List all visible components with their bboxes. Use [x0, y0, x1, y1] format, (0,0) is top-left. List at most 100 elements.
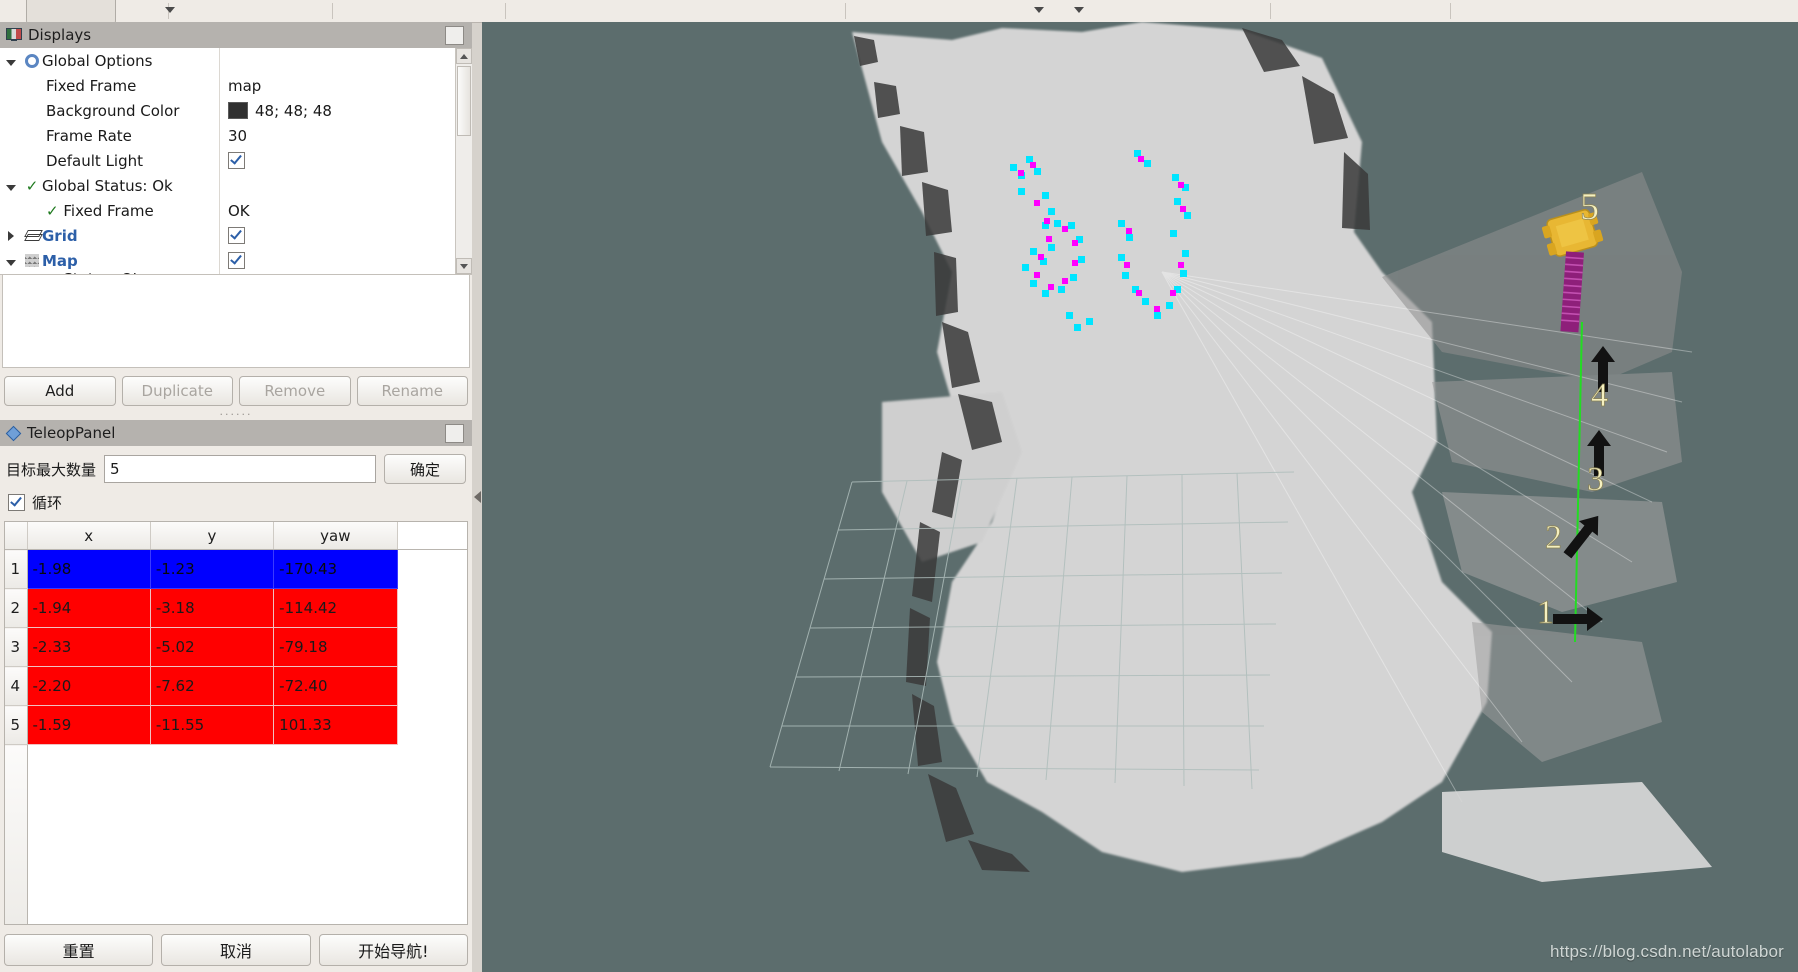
cell-y[interactable]: -11.55 [150, 706, 273, 745]
grid-enabled-checkbox[interactable] [228, 227, 245, 244]
toolbar-separator [845, 3, 846, 19]
scroll-up-arrow[interactable] [456, 48, 472, 64]
remove-button[interactable]: Remove [239, 376, 351, 406]
toolbar-separator [332, 3, 333, 19]
cell-x[interactable]: -2.33 [27, 628, 150, 667]
cell-yaw[interactable]: 101.33 [274, 706, 397, 745]
dock-collapse-handle[interactable] [472, 480, 482, 514]
twisty-down-icon[interactable] [0, 177, 22, 195]
cell-x[interactable]: -1.98 [27, 550, 150, 589]
svg-text:2: 2 [1545, 519, 1562, 556]
cell-yaw[interactable]: -170.43 [274, 550, 397, 589]
svg-text:3: 3 [1587, 461, 1604, 498]
scrollbar-thumb[interactable] [457, 66, 471, 136]
property-detail-pane [2, 275, 470, 368]
table-row[interactable]: 1 -1.98 -1.23 -170.43 [5, 550, 467, 589]
table-corner[interactable] [5, 522, 27, 550]
top-toolbar [0, 0, 1798, 23]
tree-label-text: Status: Ok [63, 273, 141, 274]
toolbar-button[interactable] [26, 0, 116, 24]
twisty-right-icon[interactable] [0, 227, 22, 245]
tree-row-global-status[interactable]: ✓ Global Status: Ok [0, 173, 456, 198]
chevron-down-icon[interactable] [1034, 7, 1044, 13]
tree-value [219, 173, 456, 198]
tree-label: Global Status: Ok [42, 177, 219, 195]
map-enabled-checkbox[interactable] [228, 252, 245, 269]
cell-y[interactable]: -1.23 [150, 550, 273, 589]
start-navigation-button[interactable]: 开始导航! [319, 934, 468, 966]
column-header-yaw[interactable]: yaw [274, 522, 397, 550]
tree-value[interactable]: 30 [219, 123, 456, 148]
column-header-x[interactable]: x [27, 522, 150, 550]
cell-x[interactable]: -1.94 [27, 589, 150, 628]
cell-x[interactable]: -2.20 [27, 667, 150, 706]
tree-row-status-fixed-frame[interactable]: ✓ Fixed Frame OK [0, 198, 456, 223]
tree-label: Frame Rate [0, 127, 219, 145]
default-light-checkbox[interactable] [228, 152, 245, 169]
displays-tree[interactable]: Global Options Fixed Frame map Backgroun… [0, 48, 456, 274]
cancel-button[interactable]: 取消 [161, 934, 310, 966]
table-row[interactable]: 3 -2.33 -5.02 -79.18 [5, 628, 467, 667]
displays-button-row: Add Duplicate Remove Rename [0, 368, 472, 412]
displays-icon [6, 28, 22, 42]
displays-panel-title: Displays [28, 26, 91, 44]
add-button[interactable]: Add [4, 376, 116, 406]
twisty-down-icon[interactable] [0, 252, 22, 270]
tree-label: Background Color [0, 102, 219, 120]
max-count-input[interactable]: 5 [104, 455, 376, 483]
render-view-3d[interactable]: 1 2 3 4 [482, 22, 1798, 972]
waypoint-table-container[interactable]: x y yaw 1 -1.98 -1.23 -170.43 [4, 521, 468, 925]
row-header[interactable]: 3 [5, 628, 27, 667]
scroll-down-arrow[interactable] [456, 258, 472, 274]
color-value: 48; 48; 48 [255, 102, 332, 120]
tree-row-default-light[interactable]: Default Light [0, 148, 456, 173]
tree-row-map[interactable]: Map [0, 248, 456, 273]
panel-splitter[interactable]: ······ [0, 412, 472, 420]
rename-button[interactable]: Rename [357, 376, 469, 406]
table-row[interactable]: 4 -2.20 -7.62 -72.40 [5, 667, 467, 706]
cell-x[interactable]: -1.59 [27, 706, 150, 745]
float-button[interactable] [445, 424, 464, 443]
row-header[interactable]: 5 [5, 706, 27, 745]
row-header[interactable]: 4 [5, 667, 27, 706]
cell-yaw[interactable]: -72.40 [274, 667, 397, 706]
tree-row-frame-rate[interactable]: Frame Rate 30 [0, 123, 456, 148]
column-header-y[interactable]: y [150, 522, 273, 550]
cell-y[interactable]: -7.62 [150, 667, 273, 706]
table-row[interactable]: 5 -1.59 -11.55 101.33 [5, 706, 467, 745]
tree-row-background-color[interactable]: Background Color 48; 48; 48 [0, 98, 456, 123]
chevron-down-icon[interactable] [1074, 7, 1084, 13]
tree-row-fixed-frame[interactable]: Fixed Frame map [0, 73, 456, 98]
check-icon: ✓ [46, 202, 59, 220]
row-header[interactable]: 2 [5, 589, 27, 628]
cycle-checkbox[interactable] [8, 494, 25, 511]
reset-button[interactable]: 重置 [4, 934, 153, 966]
float-button[interactable] [445, 26, 464, 45]
displays-scrollbar[interactable] [455, 48, 472, 274]
color-swatch[interactable] [228, 102, 248, 119]
cell-filler [397, 667, 467, 706]
cell-y[interactable]: -5.02 [150, 628, 273, 667]
tree-value [219, 48, 456, 73]
table-empty-row [5, 745, 467, 926]
tree-row-grid[interactable]: Grid [0, 223, 456, 248]
tree-value[interactable]: map [219, 73, 456, 98]
table-row[interactable]: 2 -1.94 -3.18 -114.42 [5, 589, 467, 628]
tree-row-map-status[interactable]: ✓ Status: Ok [0, 273, 456, 274]
cell-yaw[interactable]: -79.18 [274, 628, 397, 667]
tree-value [219, 223, 456, 248]
duplicate-button[interactable]: Duplicate [122, 376, 234, 406]
twisty-right-icon[interactable] [0, 273, 22, 274]
table-header-row: x y yaw [5, 522, 467, 550]
cycle-row: 循环 [0, 488, 472, 519]
confirm-button[interactable]: 确定 [384, 454, 466, 484]
teleop-panel-title: TeleopPanel [27, 424, 115, 442]
cell-yaw[interactable]: -114.42 [274, 589, 397, 628]
tree-row-global-options[interactable]: Global Options [0, 48, 456, 73]
chevron-down-icon[interactable] [165, 7, 175, 13]
tree-value[interactable]: 48; 48; 48 [219, 98, 456, 123]
twisty-down-icon[interactable] [0, 52, 22, 70]
cell-y[interactable]: -3.18 [150, 589, 273, 628]
tree-label-text: Fixed Frame [63, 202, 153, 220]
row-header[interactable]: 1 [5, 550, 27, 589]
